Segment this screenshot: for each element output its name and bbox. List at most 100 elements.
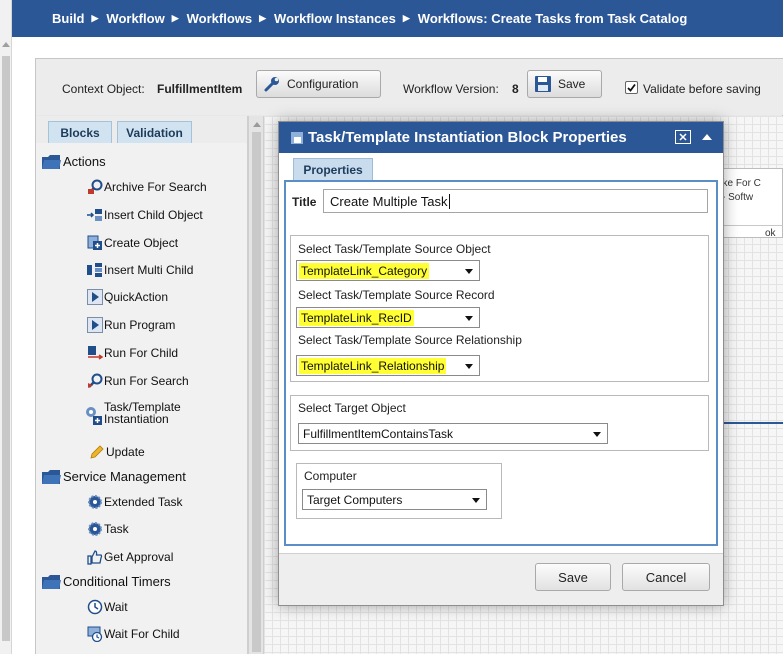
target-object-select[interactable]: FulfillmentItemContainsTask [298,423,608,444]
block-wait[interactable]: Wait [87,599,128,615]
block-create-object[interactable]: Create Object [87,235,178,251]
breadcrumb-separator-icon: ▶ [171,13,179,23]
context-object-value: FulfillmentItem [157,82,243,96]
block-run-for-search[interactable]: Run For Search [87,373,189,389]
block-label: Run For Child [104,346,179,360]
block-run-program[interactable]: Run Program [87,317,175,333]
source-relationship-select[interactable]: TemplateLink_Relationship [296,355,480,376]
block-label: Wait [104,600,128,614]
block-wait-for-child[interactable]: Wait For Child [87,626,180,643]
breadcrumb-separator-icon: ▶ [91,13,99,23]
play-icon [87,289,103,305]
save-button[interactable]: Save [527,70,602,98]
breadcrumb-workflow-instances[interactable]: Workflow Instances [274,11,396,26]
dialog-title-bar[interactable]: Task/Template Instantiation Block Proper… [279,122,723,153]
block-label: Insert Multi Child [104,263,194,277]
wrench-icon [264,77,279,92]
block-label: Extended Task [104,495,183,509]
block-task[interactable]: Task [87,521,129,537]
block-get-approval[interactable]: Get Approval [87,549,173,565]
breadcrumb-workflow[interactable]: Workflow [106,11,164,26]
block-label: Archive For Search [104,180,207,194]
source-record-select[interactable]: TemplateLink_RecID [296,307,480,328]
save-button-label: Save [558,77,586,91]
dialog-cancel-button[interactable]: Cancel [622,563,710,591]
workflow-version-value: 8 [512,82,519,96]
panel-splitter-scrollbar[interactable] [248,116,264,654]
computer-select[interactable]: Target Computers [302,489,487,510]
dialog-collapse-icon[interactable] [702,134,712,140]
block-insert-child-object[interactable]: Insert Child Object [87,207,203,223]
title-input-value: Create Multiple Task [330,193,448,209]
canvas-block-text: - Softw [722,192,754,203]
clock-icon [87,599,103,615]
chevron-down-icon [465,269,473,274]
insert-child-icon [87,207,103,223]
scroll-up-arrow-icon[interactable] [2,42,10,47]
folder-icon [42,574,61,589]
title-field-label: Title [292,195,317,209]
source-object-select[interactable]: TemplateLink_Category [296,260,480,281]
block-run-for-child[interactable]: Run For Child [87,345,178,361]
thumbs-up-icon [87,549,103,565]
block-update[interactable]: Update [89,444,145,460]
configuration-button[interactable]: Configuration [256,70,381,98]
group-service-management[interactable]: Service Management [42,469,186,484]
breadcrumb-current: Workflows: Create Tasks from Task Catalo… [417,11,688,26]
block-task-template-instantiation[interactable]: Task/Template Instantiation [84,401,181,426]
validate-checkbox[interactable] [625,81,638,94]
tab-blocks[interactable]: Blocks [48,121,112,143]
group-conditional-timers[interactable]: Conditional Timers [42,574,171,589]
breadcrumb-separator-icon: ▶ [402,13,410,23]
dialog-save-button[interactable]: Save [535,563,611,591]
tab-validation[interactable]: Validation [117,121,192,143]
play-icon [87,317,103,333]
source-record-value: TemplateLink_RecID [299,309,414,326]
run-search-icon [87,373,103,389]
insert-multi-child-icon [87,262,103,278]
group-service-management-label: Service Management [63,469,186,484]
group-actions-label: Actions [63,154,106,169]
source-object-value: TemplateLink_Category [299,262,430,279]
context-object-label: Context Object: [62,82,145,96]
block-quickaction[interactable]: QuickAction [87,289,168,305]
block-archive-for-search[interactable]: Archive For Search [87,179,207,195]
tab-properties[interactable]: Properties [293,158,373,180]
chevron-down-icon [465,316,473,321]
canvas-block-text: ok [765,228,776,239]
block-extended-task[interactable]: Extended Task [87,494,183,510]
block-insert-multi-child[interactable]: Insert Multi Child [87,262,193,278]
gear-icon [87,521,103,537]
computer-label: Computer [304,469,357,483]
dialog-title: Task/Template Instantiation Block Proper… [308,129,627,146]
target-object-value: FulfillmentItemContainsTask [303,426,454,441]
scroll-thumb[interactable] [252,132,261,652]
title-input[interactable]: Create Multiple Task [323,189,708,213]
breadcrumb-workflows[interactable]: Workflows [187,11,253,26]
folder-icon [42,469,61,484]
computer-value: Target Computers [307,492,403,507]
source-record-label: Select Task/Template Source Record [298,288,495,302]
block-label: Task [104,522,129,536]
floppy-disk-icon [535,76,551,92]
chevron-down-icon [472,498,480,503]
text-cursor [448,193,450,209]
validate-label: Validate before saving [643,82,761,96]
source-relationship-value: TemplateLink_Relationship [299,357,447,374]
gear-icon [87,494,103,510]
source-object-label: Select Task/Template Source Object [298,242,491,256]
block-label: Run For Search [104,374,189,388]
breadcrumb-build[interactable]: Build [52,11,85,26]
block-label-line2: Instantiation [104,412,169,426]
block-label: Create Object [104,236,179,250]
page-scrollbar[interactable] [0,0,12,654]
block-label-group: Task/Template Instantiation [104,401,181,425]
scroll-up-arrow-icon[interactable] [253,122,261,127]
dialog-close-icon[interactable] [675,130,691,144]
block-label: Run Program [104,318,176,332]
group-actions[interactable]: Actions [42,154,106,169]
chevron-down-icon [593,432,601,437]
folder-icon [42,154,61,169]
scroll-thumb[interactable] [2,56,10,641]
source-relationship-label: Select Task/Template Source Relationship [298,333,522,347]
